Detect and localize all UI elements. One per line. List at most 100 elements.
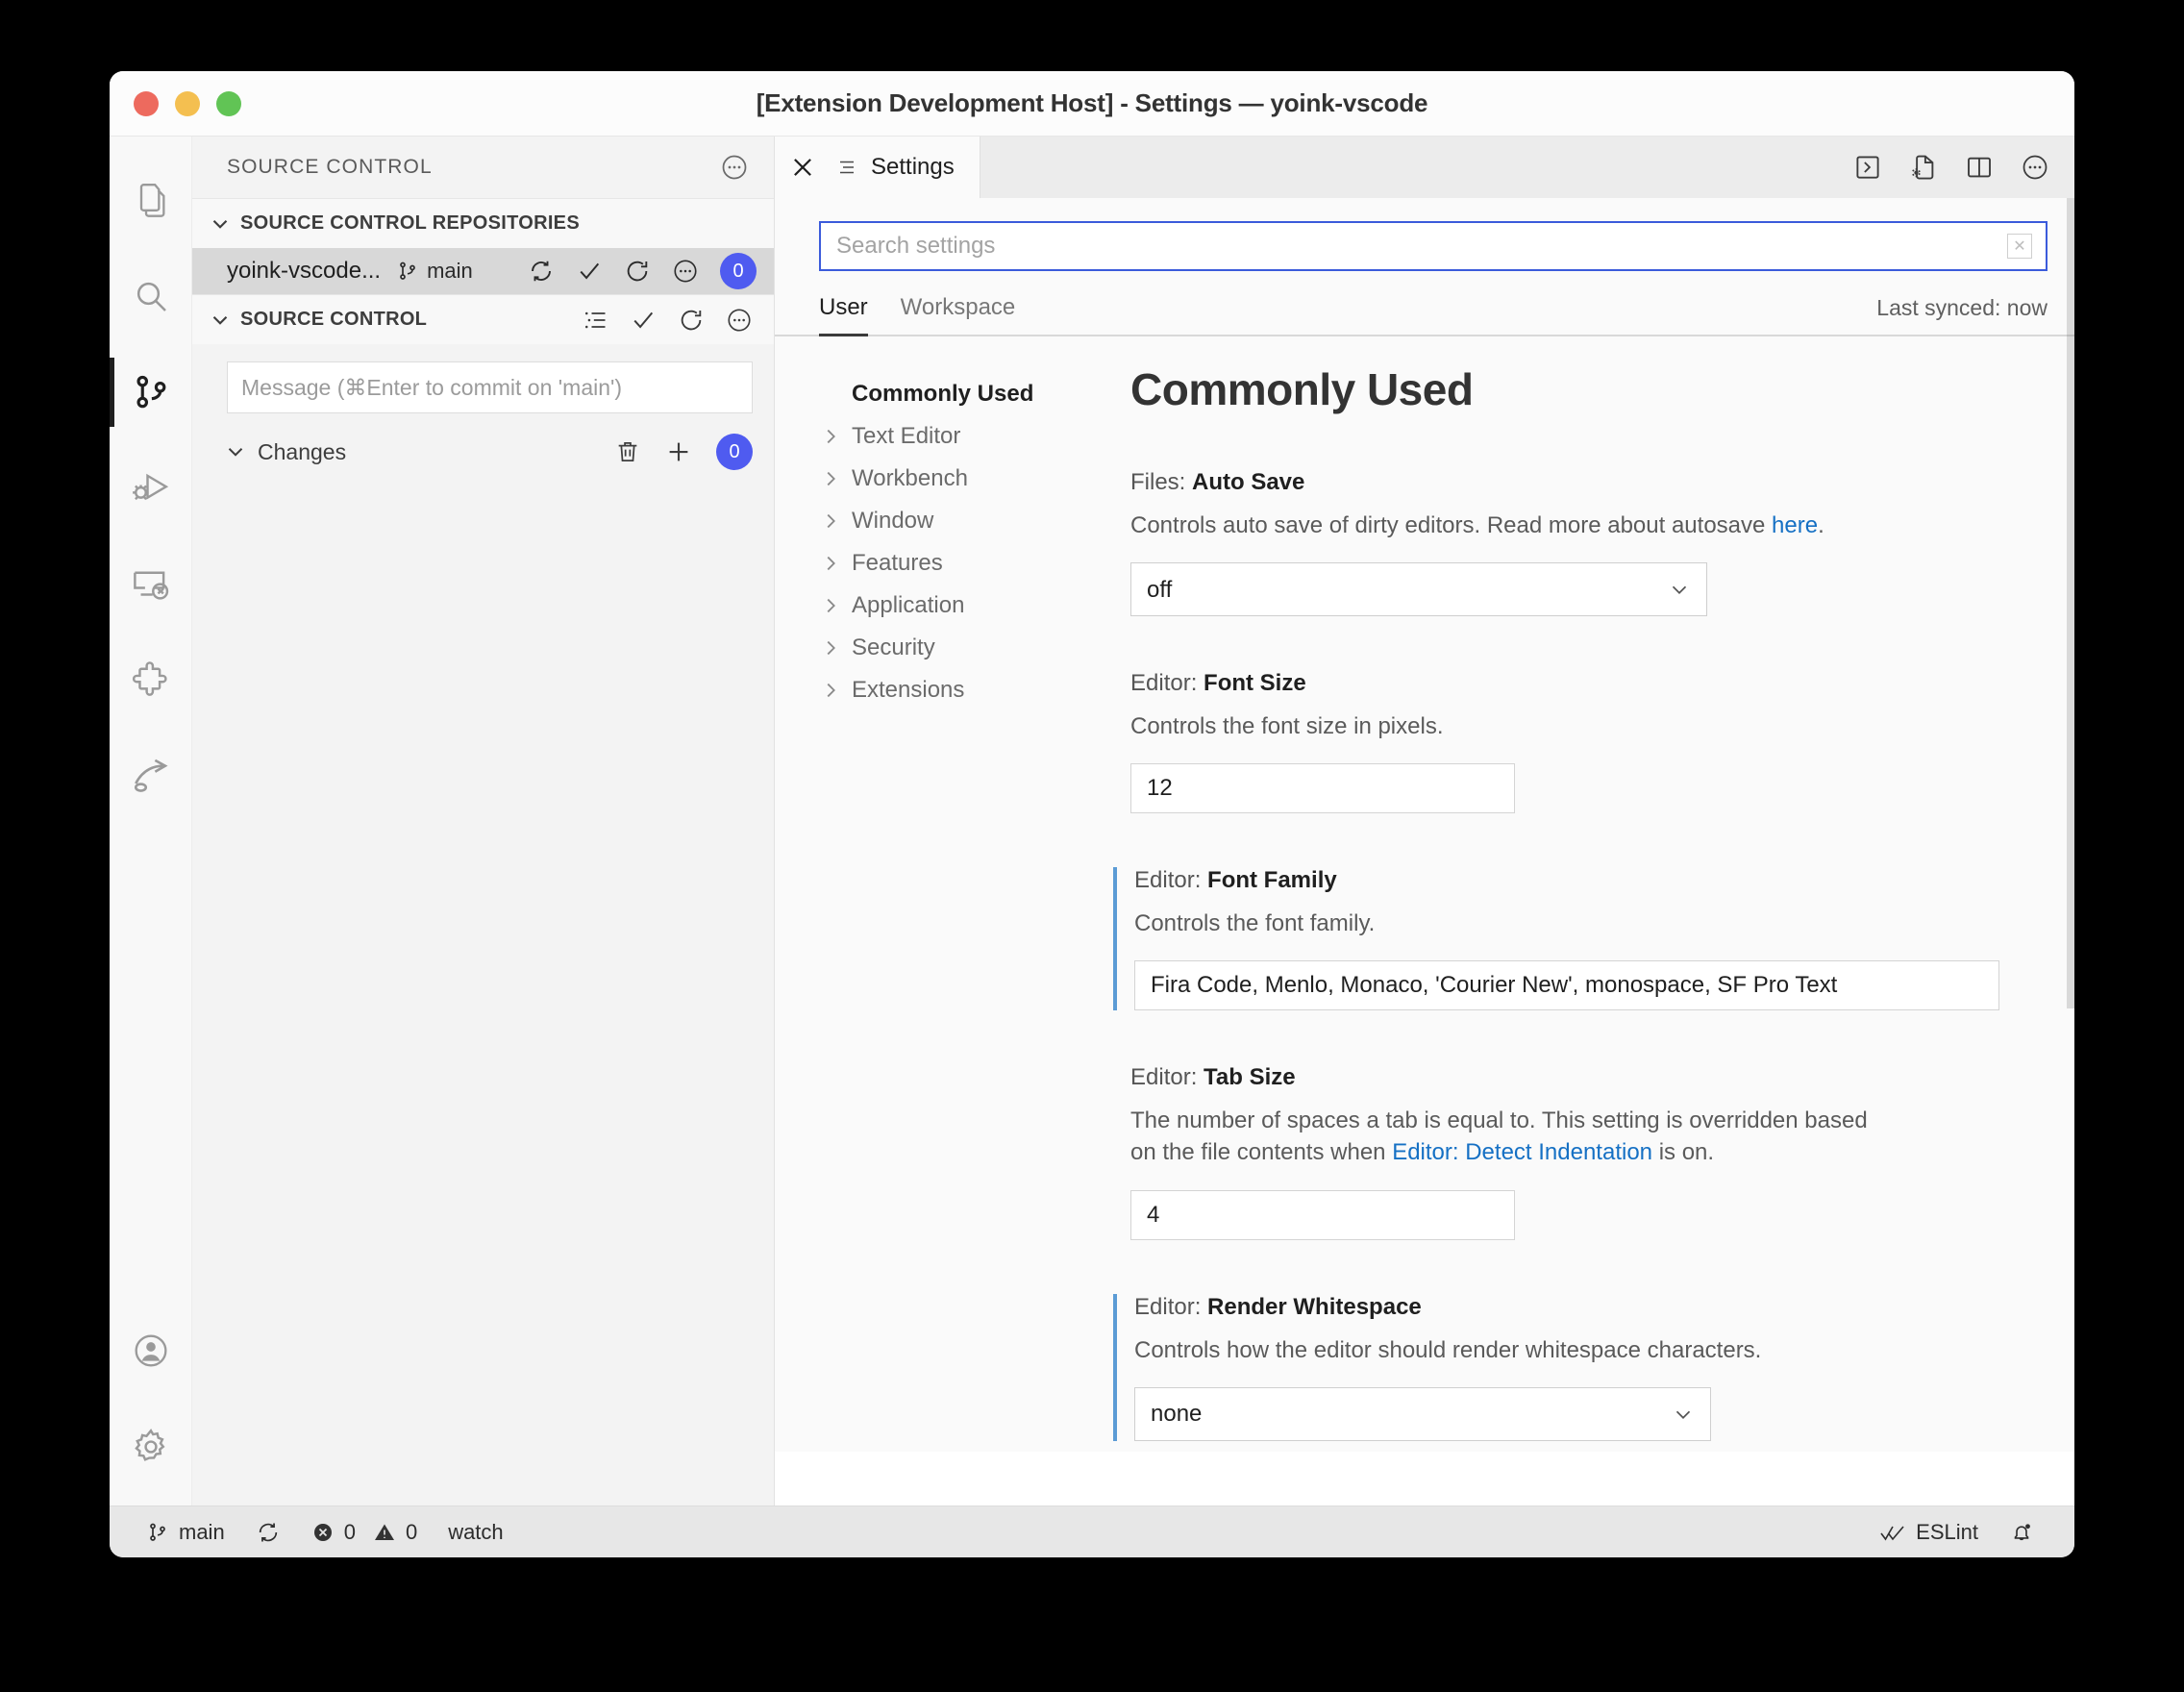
chevron-down-icon xyxy=(208,212,233,236)
status-eslint[interactable]: ESLint xyxy=(1864,1520,1994,1545)
setting-category: Editor: xyxy=(1130,1064,1204,1091)
pane-header-repositories[interactable]: SOURCE CONTROL REPOSITORIES xyxy=(192,198,774,248)
title-bar: [Extension Development Host] - Settings … xyxy=(110,71,2074,137)
tab-size-input[interactable] xyxy=(1130,1189,1515,1240)
more-actions-icon[interactable] xyxy=(726,307,753,334)
search-input[interactable]: Search settings ✕ xyxy=(819,221,2048,271)
setting-control: none xyxy=(1134,1386,2074,1441)
activity-item-extensions[interactable] xyxy=(110,633,192,729)
render-whitespace-select[interactable]: none xyxy=(1134,1386,1711,1441)
toc-item-workbench[interactable]: Workbench xyxy=(819,458,1092,500)
commit-message-input[interactable]: Message (⌘Enter to commit on 'main') xyxy=(227,361,753,413)
setting-name: Font Size xyxy=(1204,670,1306,697)
setting-title: Editor: Tab Size xyxy=(1130,1064,2074,1091)
toc-item-application[interactable]: Application xyxy=(819,585,1092,627)
setting-title: Editor: Render Whitespace xyxy=(1134,1294,2074,1321)
eslint-check-icon xyxy=(1879,1520,1906,1545)
scrollbar-thumb[interactable] xyxy=(2067,198,2074,1009)
toc-item-window[interactable]: Window xyxy=(819,500,1092,542)
changes-group-header[interactable]: Changes 0 xyxy=(192,425,774,479)
window-controls[interactable] xyxy=(134,90,241,116)
activity-item-manage[interactable] xyxy=(110,1409,192,1505)
toc-label: Extensions xyxy=(852,677,965,703)
setting-editor-font-family: Editor: Font Family Controls the font fa… xyxy=(1113,867,2074,1011)
repository-name: yoink-vscode... xyxy=(227,258,382,284)
pane-title-source-control: SOURCE CONTROL xyxy=(240,309,428,330)
status-branch[interactable]: main xyxy=(131,1506,240,1557)
more-actions-icon[interactable] xyxy=(2021,153,2049,182)
activity-item-accounts[interactable] xyxy=(110,1313,192,1409)
setting-name: Auto Save xyxy=(1192,469,1305,495)
toc-label: Window xyxy=(852,508,934,534)
settings-scrollbar[interactable] xyxy=(2067,198,2074,1505)
auto-save-select[interactable]: off xyxy=(1130,562,1707,617)
activity-item-yoink[interactable] xyxy=(110,729,192,825)
maximize-window-button[interactable] xyxy=(216,90,241,116)
branch-icon xyxy=(146,1521,169,1544)
toc-label: Application xyxy=(852,592,965,618)
settings-scope-tabs: User Workspace Last synced: now xyxy=(775,271,2074,336)
tab-workspace[interactable]: Workspace xyxy=(901,288,1016,335)
close-tab-button[interactable] xyxy=(775,137,831,198)
status-bar-right: ESLint xyxy=(1864,1520,2049,1545)
setting-category: Editor: xyxy=(1134,1293,1208,1320)
chevron-down-icon xyxy=(208,308,233,333)
tab-settings[interactable]: Settings xyxy=(831,137,980,198)
clear-search-icon[interactable]: ✕ xyxy=(2007,234,2032,259)
toc-item-text-editor[interactable]: Text Editor xyxy=(819,415,1092,458)
toc-item-commonly-used[interactable]: Commonly Used xyxy=(819,373,1092,415)
font-family-input[interactable] xyxy=(1134,960,1999,1011)
sync-icon[interactable] xyxy=(528,258,555,285)
toc-item-features[interactable]: Features xyxy=(819,542,1092,585)
view-as-list-icon[interactable] xyxy=(582,307,608,334)
toc-label: Workbench xyxy=(852,465,968,491)
toc-item-security[interactable]: Security xyxy=(819,627,1092,669)
window-title: [Extension Development Host] - Settings … xyxy=(756,88,1428,117)
pane-header-source-control[interactable]: SOURCE CONTROL xyxy=(192,294,774,344)
commit-checkmark-icon[interactable] xyxy=(630,307,657,334)
close-window-button[interactable] xyxy=(134,90,159,116)
tab-user[interactable]: User xyxy=(819,288,868,336)
font-size-input[interactable] xyxy=(1130,763,1515,814)
bell-dot-icon xyxy=(2009,1520,2034,1545)
setting-title: Files: Auto Save xyxy=(1130,469,2074,496)
status-notifications[interactable] xyxy=(1994,1520,2049,1545)
open-changes-icon[interactable] xyxy=(1853,153,1882,182)
activity-item-source-control[interactable] xyxy=(110,344,192,440)
status-sync[interactable] xyxy=(240,1506,296,1557)
activity-item-remote-explorer[interactable] xyxy=(110,536,192,633)
activity-item-explorer[interactable] xyxy=(110,152,192,248)
setting-name: Tab Size xyxy=(1204,1064,1296,1091)
editor-tab-bar: Settings xyxy=(775,137,2074,198)
setting-editor-font-size: Editor: Font Size Controls the font size… xyxy=(1130,670,2074,814)
page-title: Commonly Used xyxy=(1130,364,1474,414)
discard-changes-icon[interactable] xyxy=(614,438,641,465)
setting-control: off xyxy=(1130,562,2074,617)
changes-label: Changes xyxy=(258,438,347,464)
setting-description: Controls how the editor should render wh… xyxy=(1134,1336,1762,1363)
status-branch-label: main xyxy=(179,1519,225,1544)
more-actions-icon[interactable] xyxy=(720,153,749,182)
toc-label: Text Editor xyxy=(852,423,961,449)
setting-description-suffix: . xyxy=(1818,512,1824,538)
setting-control xyxy=(1130,1189,2074,1240)
activity-item-search[interactable] xyxy=(110,248,192,344)
toc-label: Features xyxy=(852,550,943,576)
status-problems[interactable]: 0 0 xyxy=(296,1506,434,1557)
commit-checkmark-icon[interactable] xyxy=(576,258,603,285)
minimize-window-button[interactable] xyxy=(175,90,200,116)
status-task[interactable]: watch xyxy=(433,1506,518,1557)
open-settings-json-icon[interactable] xyxy=(1909,153,1938,182)
refresh-icon[interactable] xyxy=(624,258,651,285)
setting-description-link[interactable]: here xyxy=(1772,512,1818,538)
repository-branch[interactable]: main xyxy=(396,259,473,284)
repository-row[interactable]: yoink-vscode... main 0 xyxy=(192,248,774,294)
stage-all-changes-icon[interactable] xyxy=(664,437,693,466)
toc-item-extensions[interactable]: Extensions xyxy=(819,669,1092,711)
refresh-icon[interactable] xyxy=(678,307,705,334)
vscode-window: [Extension Development Host] - Settings … xyxy=(110,71,2074,1557)
setting-description-link[interactable]: Editor: Detect Indentation xyxy=(1392,1139,1652,1165)
more-actions-icon[interactable] xyxy=(672,258,699,285)
activity-item-run-and-debug[interactable] xyxy=(110,440,192,536)
split-editor-icon[interactable] xyxy=(1965,153,1994,182)
